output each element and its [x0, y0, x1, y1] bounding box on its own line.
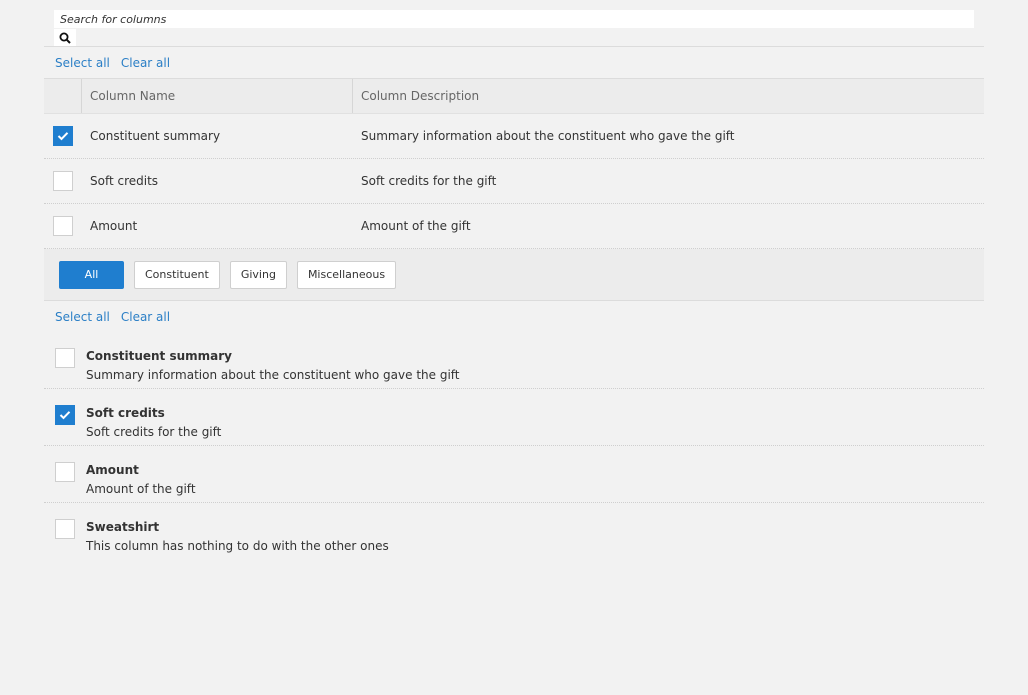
row-check-cell [44, 216, 82, 236]
table-row[interactable]: Soft credits Soft credits for the gift [44, 159, 984, 204]
list-checkbox[interactable] [55, 462, 75, 482]
column-picker: Select all Clear all Column Name Column … [44, 0, 984, 560]
filter-constituent-button[interactable]: Constituent [134, 260, 220, 289]
row-description: Soft credits for the gift [361, 174, 497, 188]
list-text: Amount Amount of the gift [86, 461, 196, 499]
filter-miscellaneous-button[interactable]: Miscellaneous [296, 260, 397, 289]
list-item[interactable]: Sweatshirt This column has nothing to do… [44, 503, 984, 560]
list-checkbox[interactable] [55, 405, 75, 425]
row-checkbox[interactable] [53, 126, 73, 146]
list-text: Sweatshirt This column has nothing to do… [86, 518, 389, 556]
list-check-cell [44, 404, 86, 425]
filter-all-button[interactable]: All [59, 260, 124, 289]
list-item-description: Soft credits for the gift [86, 425, 222, 439]
search-button[interactable] [54, 29, 76, 46]
list-checkbox[interactable] [55, 348, 75, 368]
row-description: Summary information about the constituen… [361, 129, 735, 143]
list-item-title: Constituent summary [86, 349, 232, 363]
list-check-cell [44, 347, 86, 368]
top-link-bar: Select all Clear all [44, 47, 984, 79]
header-check-cell [44, 79, 82, 113]
list-checkbox[interactable] [55, 519, 75, 539]
row-name: Amount [90, 219, 138, 233]
top-clear-all-link[interactable]: Clear all [121, 56, 170, 70]
list-item-description: Amount of the gift [86, 482, 196, 496]
list-text: Constituent summary Summary information … [86, 347, 460, 385]
list-item-title: Soft credits [86, 406, 165, 420]
list-item-title: Amount [86, 463, 139, 477]
header-column-name[interactable]: Column Name [82, 79, 353, 113]
row-name: Soft credits [90, 174, 159, 188]
row-description: Amount of the gift [361, 219, 471, 233]
table-row[interactable]: Constituent summary Summary information … [44, 114, 984, 159]
list-check-cell [44, 518, 86, 539]
bottom-clear-all-link[interactable]: Clear all [121, 310, 170, 324]
checkmark-icon [57, 132, 69, 141]
checkmark-icon [59, 411, 71, 420]
table-row[interactable]: Amount Amount of the gift [44, 204, 984, 249]
category-filter-bar: All Constituent Giving Miscellaneous [44, 249, 984, 301]
bottom-select-all-link[interactable]: Select all [55, 310, 110, 324]
search-area [44, 0, 984, 47]
filter-giving-button[interactable]: Giving [229, 260, 287, 289]
list-item-description: Summary information about the constituen… [86, 368, 460, 382]
list-item[interactable]: Amount Amount of the gift [44, 446, 984, 503]
list-item[interactable]: Constituent summary Summary information … [44, 332, 984, 389]
table-header: Column Name Column Description [44, 79, 984, 114]
list-item-title: Sweatshirt [86, 520, 160, 534]
row-check-cell [44, 171, 82, 191]
top-select-all-link[interactable]: Select all [55, 56, 110, 70]
list-text: Soft credits Soft credits for the gift [86, 404, 221, 442]
list-item-description: This column has nothing to do with the o… [86, 539, 389, 553]
row-checkbox[interactable] [53, 216, 73, 236]
header-column-description[interactable]: Column Description [353, 79, 984, 113]
row-check-cell [44, 126, 82, 146]
row-name: Constituent summary [90, 129, 221, 143]
row-checkbox[interactable] [53, 171, 73, 191]
list-item[interactable]: Soft credits Soft credits for the gift [44, 389, 984, 446]
search-icon [59, 32, 71, 44]
bottom-link-bar: Select all Clear all [44, 301, 984, 332]
list-check-cell [44, 461, 86, 482]
search-input[interactable] [54, 10, 974, 28]
